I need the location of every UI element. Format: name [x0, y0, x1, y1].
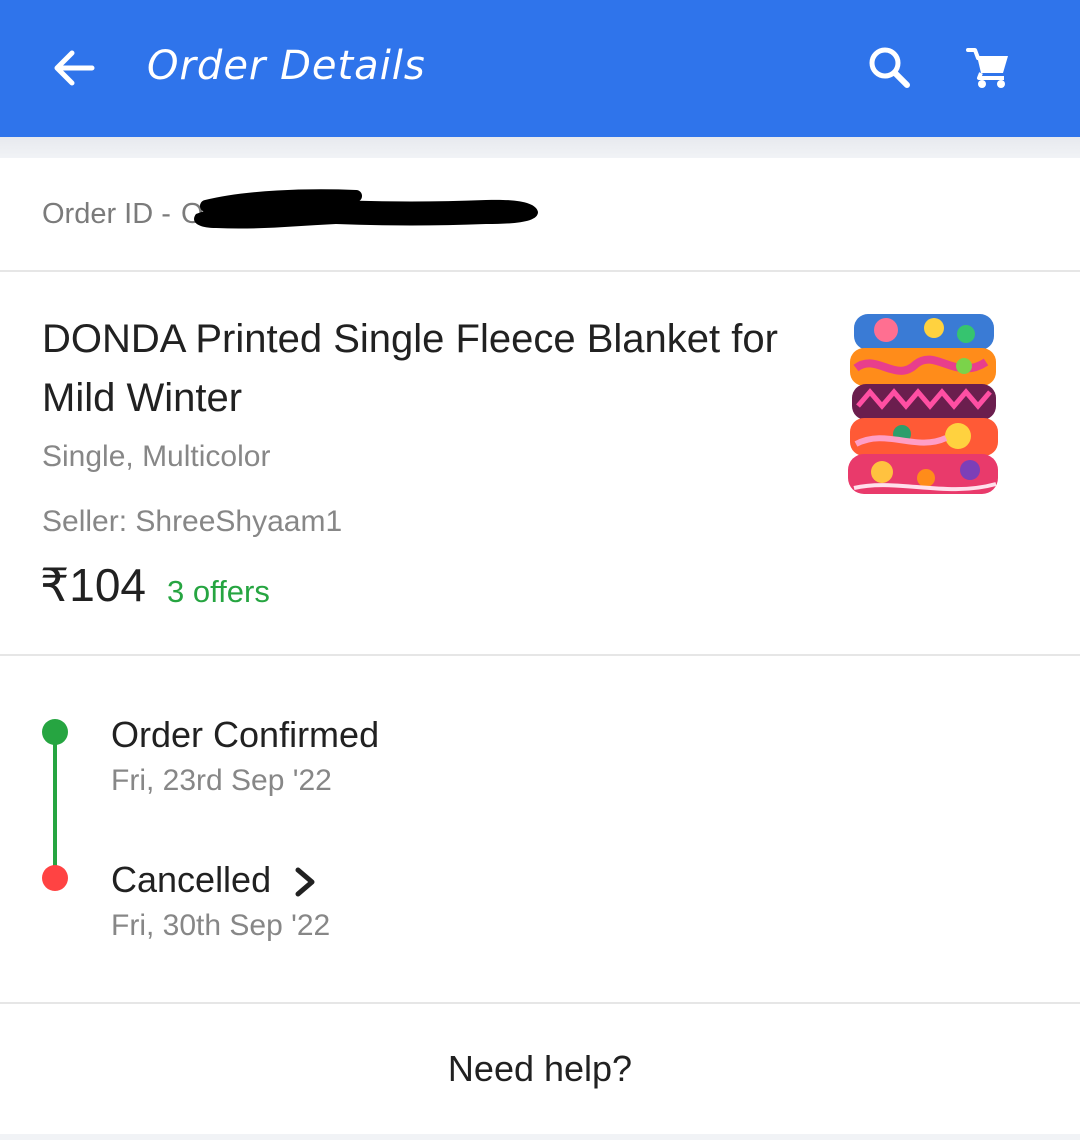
product-price: ₹104	[40, 559, 147, 611]
back-button[interactable]	[46, 40, 102, 96]
order-id-label: Order ID -	[42, 198, 171, 230]
order-tracker: Order Confirmed Fri, 23rd Sep '22 Cancel…	[0, 656, 1080, 1004]
product-variant: Single, Multicolor	[42, 440, 271, 473]
product-title: DONDA Printed Single Fleece Blanket for …	[42, 317, 778, 420]
offers-link[interactable]: 3 offers	[167, 574, 270, 610]
search-button[interactable]	[862, 40, 916, 94]
chevron-right-icon[interactable]	[290, 862, 320, 902]
tracker-line	[53, 732, 57, 878]
status-dot-cancelled	[42, 865, 68, 891]
header-shadow	[0, 137, 1080, 158]
back-arrow-icon	[54, 50, 95, 86]
product-image	[848, 314, 998, 494]
app-bar: Order Details	[0, 0, 1080, 137]
search-icon	[869, 47, 910, 88]
product-card[interactable]: DONDA Printed Single Fleece Blanket for …	[0, 272, 1080, 656]
page-title: Order Details	[147, 43, 426, 89]
need-help-button[interactable]: Need help?	[0, 1004, 1080, 1134]
cart-button[interactable]	[960, 40, 1016, 94]
step-date-cancelled: Fri, 30th Sep '22	[111, 909, 331, 942]
need-help-label: Need help?	[447, 1048, 633, 1089]
product-seller: Seller: ShreeShyaam1	[42, 505, 343, 538]
order-id-row: Order ID - OD12	[0, 158, 1080, 272]
step-date-confirmed: Fri, 23rd Sep '22	[111, 764, 332, 797]
cart-icon	[966, 48, 1008, 88]
step-title-confirmed: Order Confirmed	[111, 714, 380, 755]
redaction-scribble	[194, 189, 538, 229]
status-dot-confirmed	[42, 719, 68, 745]
step-title-cancelled[interactable]: Cancelled	[111, 859, 271, 901]
